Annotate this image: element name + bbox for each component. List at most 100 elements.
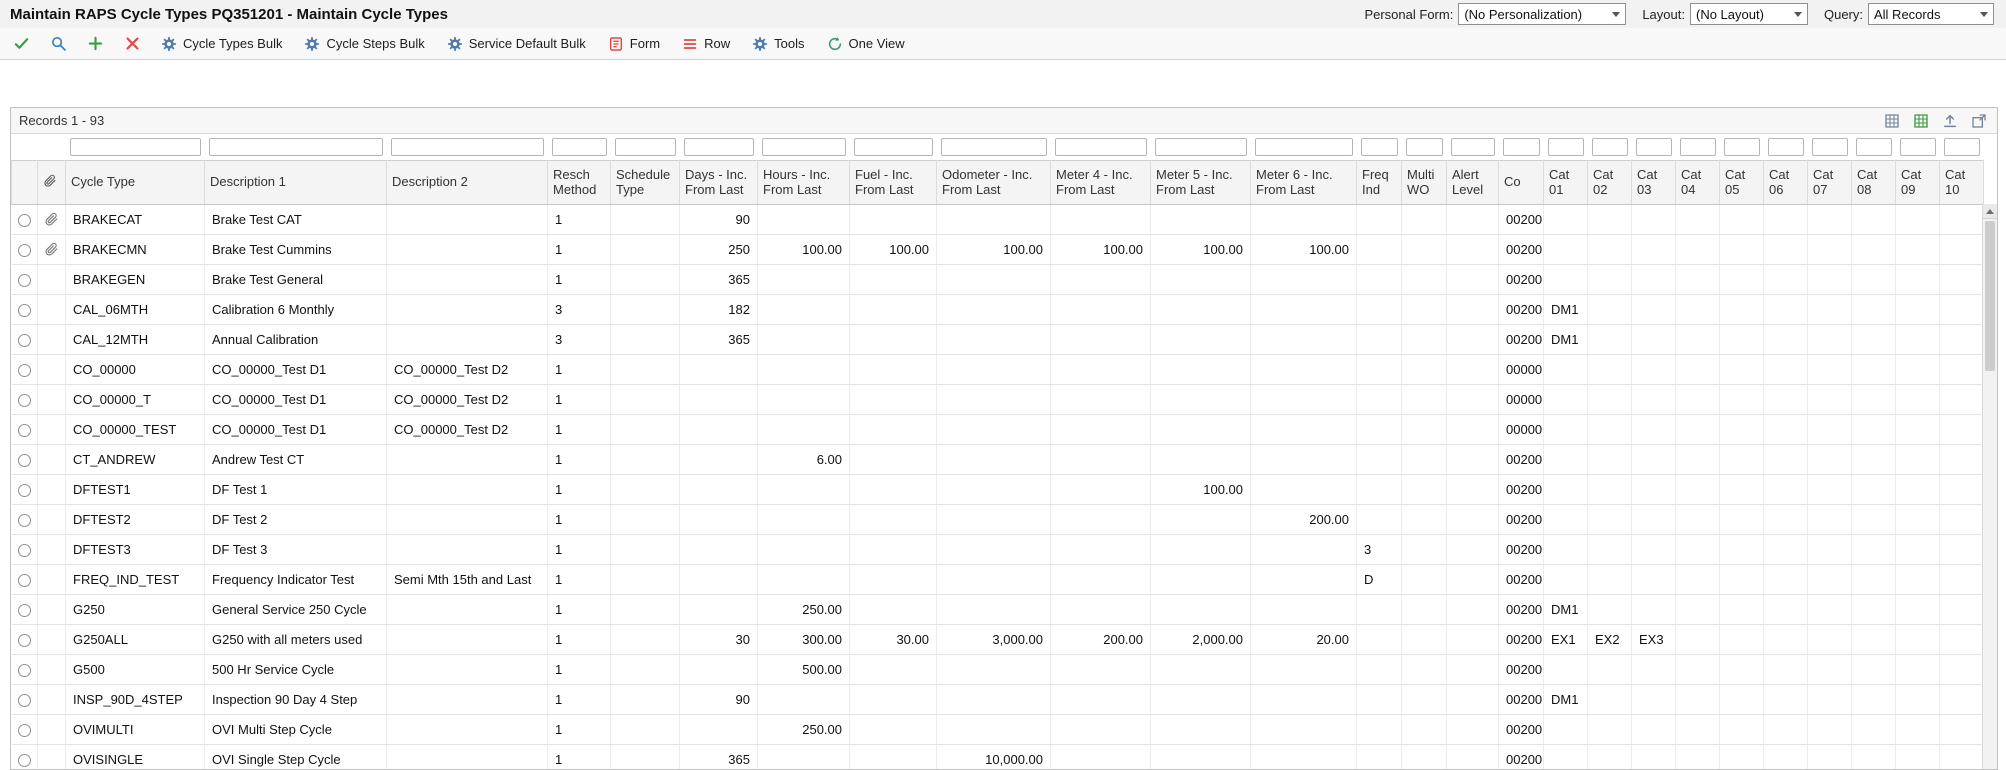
filter-input-cat06[interactable] [1768,138,1804,156]
row-select-radio[interactable] [18,244,31,257]
column-header-cat05[interactable]: Cat 05 [1720,160,1764,204]
row-select-radio[interactable] [18,484,31,497]
row-select-radio[interactable] [18,694,31,707]
filter-input-cat04[interactable] [1680,138,1716,156]
one-view-menu-button[interactable]: One View [824,34,908,54]
row-select-radio[interactable] [18,544,31,557]
query-select[interactable]: All Records [1868,3,1994,25]
column-header-days_inc[interactable]: Days - Inc. From Last [680,160,758,204]
attachment-icon[interactable] [44,212,59,227]
column-header-cat06[interactable]: Cat 06 [1764,160,1808,204]
vertical-scrollbar[interactable] [1982,204,1997,770]
column-header-odometer_inc[interactable]: Odometer - Inc. From Last [937,160,1051,204]
form-menu-button[interactable]: Form [605,34,663,54]
import-grid-button[interactable] [1940,111,1960,131]
cell-cat08 [1852,654,1896,684]
column-header-resch_method[interactable]: Resch Method [548,160,611,204]
column-header-freq_ind[interactable]: Freq Ind [1357,160,1402,204]
column-header-multi_wo[interactable]: Multi WO [1402,160,1447,204]
layout-select[interactable]: (No Layout) [1690,3,1808,25]
row-select-radio[interactable] [18,274,31,287]
scrollbar-thumb[interactable] [1985,221,1995,371]
personal-form-select[interactable]: (No Personalization) [1458,3,1626,25]
tools-menu-button[interactable]: Tools [749,34,807,54]
expand-grid-button[interactable] [1969,111,1989,131]
row-select-radio[interactable] [18,424,31,437]
filter-input-cat08[interactable] [1856,138,1892,156]
row-select-radio[interactable] [18,304,31,317]
row-select-radio[interactable] [18,454,31,467]
filter-input-cat02[interactable] [1592,138,1628,156]
filter-input-days_inc[interactable] [684,138,754,156]
row-select-radio[interactable] [18,394,31,407]
column-header-description2[interactable]: Description 2 [387,160,548,204]
filter-input-description2[interactable] [391,138,544,156]
column-header-meter6_inc[interactable]: Meter 6 - Inc. From Last [1251,160,1357,204]
column-header-alert_level[interactable]: Alert Level [1447,160,1499,204]
column-header-description1[interactable]: Description 1 [205,160,387,204]
column-header-cat09[interactable]: Cat 09 [1896,160,1940,204]
filter-input-odometer_inc[interactable] [941,138,1047,156]
filter-input-fuel_inc[interactable] [854,138,933,156]
column-header-cat03[interactable]: Cat 03 [1632,160,1676,204]
filter-input-alert_level[interactable] [1451,138,1495,156]
cell-meter6_inc: 200.00 [1251,504,1357,534]
grid-format-button[interactable] [1882,111,1902,131]
column-header-co[interactable]: Co [1499,160,1544,204]
filter-input-description1[interactable] [209,138,383,156]
column-header-fuel_inc[interactable]: Fuel - Inc. From Last [850,160,937,204]
delete-button[interactable] [121,33,144,54]
column-header-schedule_type[interactable]: Schedule Type [611,160,680,204]
filter-input-multi_wo[interactable] [1406,138,1443,156]
row-select-radio[interactable] [18,604,31,617]
column-header-hours_inc[interactable]: Hours - Inc. From Last [758,160,850,204]
find-button[interactable] [47,33,70,54]
column-header-cycle_type[interactable]: Cycle Type [66,160,205,204]
column-header-cat04[interactable]: Cat 04 [1676,160,1720,204]
row-menu-button[interactable]: Row [679,34,733,54]
filter-input-cat10[interactable] [1944,138,1980,156]
filter-input-cat07[interactable] [1812,138,1848,156]
ok-button[interactable] [10,33,33,54]
column-header-cat08[interactable]: Cat 08 [1852,160,1896,204]
filter-input-cat09[interactable] [1900,138,1936,156]
cell-resch_method: 1 [548,474,611,504]
row-select-radio[interactable] [18,724,31,737]
column-header-cat10[interactable]: Cat 10 [1940,160,1984,204]
service-default-bulk-button[interactable]: Service Default Bulk [444,34,589,54]
filter-input-schedule_type[interactable] [615,138,676,156]
cell-description1: G250 with all meters used [205,624,387,654]
column-header-meter5_inc[interactable]: Meter 5 - Inc. From Last [1151,160,1251,204]
column-header-meter4_inc[interactable]: Meter 4 - Inc. From Last [1051,160,1151,204]
cycle-types-bulk-button[interactable]: Cycle Types Bulk [158,34,285,54]
row-select-radio[interactable] [18,634,31,647]
filter-input-cycle_type[interactable] [70,138,201,156]
scroll-up-button[interactable] [1983,204,1997,219]
row-select-radio[interactable] [18,664,31,677]
filter-input-freq_ind[interactable] [1361,138,1398,156]
filter-input-meter4_inc[interactable] [1055,138,1147,156]
export-grid-button[interactable] [1911,111,1931,131]
cell-cat02 [1588,654,1632,684]
row-select-radio[interactable] [18,754,31,767]
cycle-steps-bulk-button[interactable]: Cycle Steps Bulk [301,34,427,54]
filter-input-cat01[interactable] [1548,138,1584,156]
column-header-cat01[interactable]: Cat 01 [1544,160,1588,204]
row-select-radio[interactable] [18,364,31,377]
filter-input-hours_inc[interactable] [762,138,846,156]
row-select-radio[interactable] [18,214,31,227]
row-select-radio[interactable] [18,514,31,527]
filter-input-meter5_inc[interactable] [1155,138,1247,156]
column-header-cat07[interactable]: Cat 07 [1808,160,1852,204]
attachment-icon[interactable] [44,242,59,257]
add-button[interactable] [84,33,107,54]
column-header-cat02[interactable]: Cat 02 [1588,160,1632,204]
filter-input-resch_method[interactable] [552,138,607,156]
filter-input-cat05[interactable] [1724,138,1760,156]
filter-input-co[interactable] [1503,138,1540,156]
cell-co: 00200 [1499,564,1544,594]
filter-input-meter6_inc[interactable] [1255,138,1353,156]
row-select-radio[interactable] [18,334,31,347]
filter-input-cat03[interactable] [1636,138,1672,156]
row-select-radio[interactable] [18,574,31,587]
